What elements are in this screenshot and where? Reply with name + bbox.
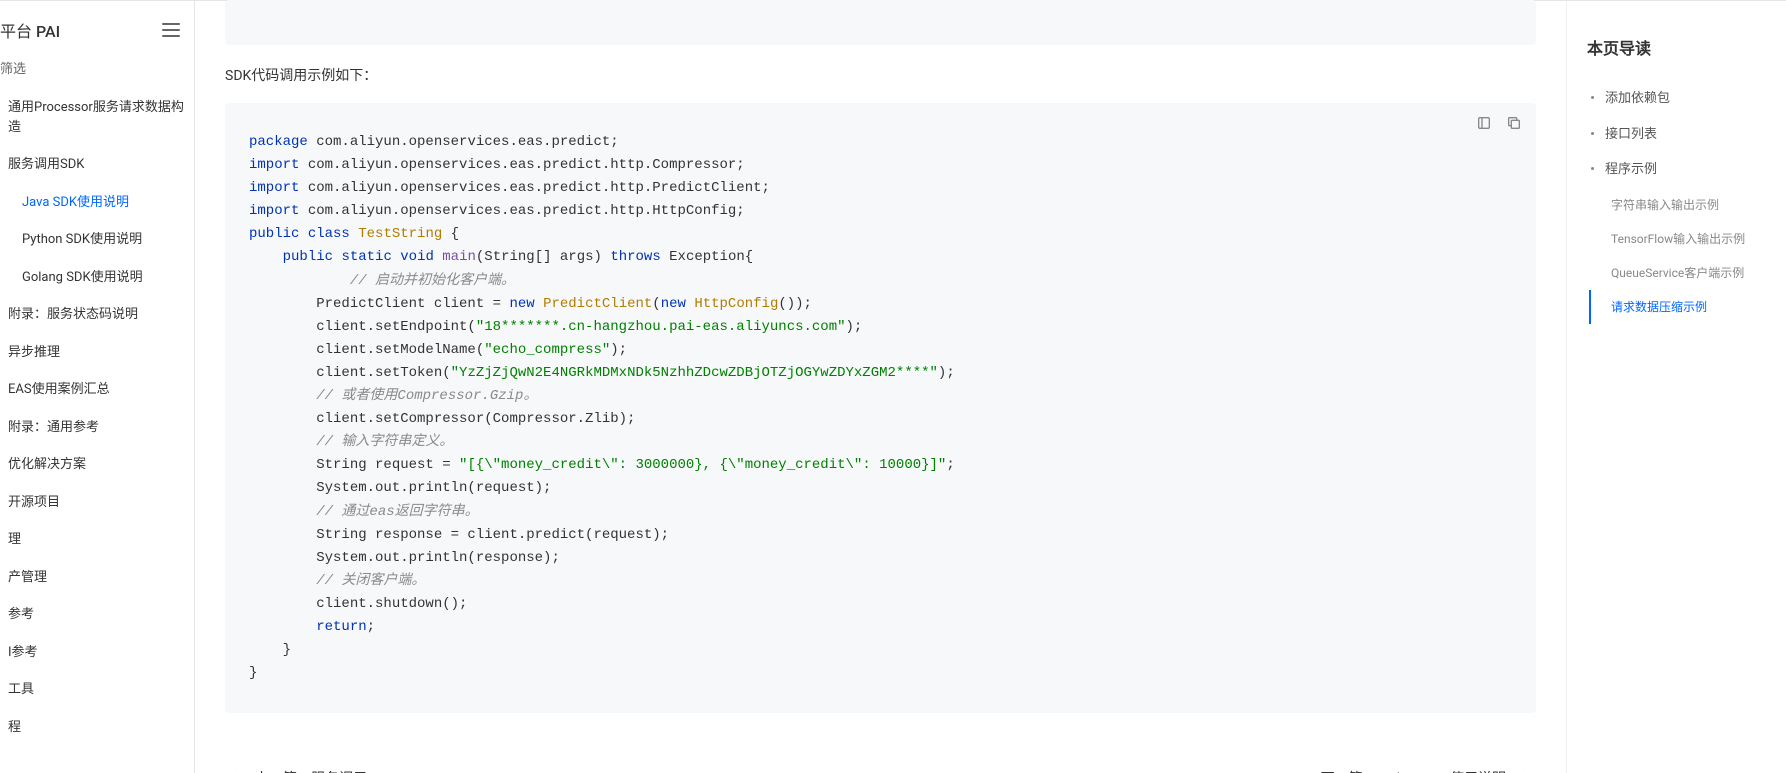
toc-item[interactable]: 请求数据压缩示例 <box>1589 290 1766 324</box>
code-token: com.aliyun.openservices.eas.predict.http… <box>299 180 769 196</box>
next-page-link[interactable]: 下一篇：Python SDK使用说明 <box>1321 768 1532 773</box>
next-page-label: 下一篇：Python SDK使用说明 <box>1321 768 1506 773</box>
code-token: com.aliyun.openservices.eas.predict.http… <box>299 203 744 219</box>
sidebar-item[interactable]: 工具 <box>0 671 194 709</box>
main-content: SDK代码调用示例如下： package com.aliyun.openserv… <box>195 0 1566 773</box>
sidebar-item[interactable]: 优化解决方案 <box>0 446 194 484</box>
sidebar-item[interactable]: 附录：通用参考 <box>0 409 194 447</box>
code-token: public <box>283 249 333 265</box>
toc-item[interactable]: QueueService客户端示例 <box>1587 256 1766 290</box>
code-token: com.aliyun.openservices.eas.predict.http… <box>299 157 744 173</box>
code-token: public <box>249 226 299 242</box>
code-token: client.shutdown(); <box>249 596 467 612</box>
code-comment: // 关闭客户端。 <box>316 573 425 589</box>
previous-code-block-tail <box>225 0 1536 45</box>
sidebar-item[interactable]: Golang SDK使用说明 <box>0 259 194 297</box>
expand-icon[interactable] <box>1474 113 1494 133</box>
toc-title: 本页导读 <box>1587 35 1766 59</box>
sidebar-right: 本页导读 添加依赖包接口列表程序示例字符串输入输出示例TensorFlow输入输… <box>1566 0 1786 773</box>
code-token: import <box>249 157 299 173</box>
sidebar-title: 平台 PAI <box>0 18 60 42</box>
code-token: new <box>661 296 686 312</box>
code-token: Exception{ <box>661 249 753 265</box>
code-token: ); <box>610 342 627 358</box>
sidebar-item[interactable]: 服务调用SDK <box>0 146 194 184</box>
toc-nav: 添加依赖包接口列表程序示例字符串输入输出示例TensorFlow输入输出示例Qu… <box>1587 81 1766 324</box>
code-token: PredictClient client = <box>249 296 509 312</box>
code-token: HttpConfig <box>694 296 778 312</box>
prev-page-label: 上一篇：服务调用SDK <box>255 768 393 773</box>
code-token: (String[] args) <box>476 249 610 265</box>
code-token: PredictClient <box>543 296 652 312</box>
code-token: throws <box>610 249 660 265</box>
code-token: ; <box>946 457 954 473</box>
pagination: 上一篇：服务调用SDK 下一篇：Python SDK使用说明 <box>225 768 1536 773</box>
code-token: ( <box>652 296 660 312</box>
code-token: import <box>249 180 299 196</box>
sidebar-item[interactable]: 参考 <box>0 596 194 634</box>
sidebar-item[interactable]: I参考 <box>0 634 194 672</box>
code-comment: // 启动并初始化客户端。 <box>350 273 515 289</box>
menu-toggle-icon[interactable] <box>162 23 180 37</box>
copy-icon[interactable] <box>1504 113 1524 133</box>
code-token: import <box>249 203 299 219</box>
toc-item[interactable]: TensorFlow输入输出示例 <box>1587 222 1766 256</box>
toc-item[interactable]: 接口列表 <box>1587 117 1766 153</box>
code-token: new <box>509 296 534 312</box>
sidebar-item[interactable]: Python SDK使用说明 <box>0 221 194 259</box>
code-token: ); <box>846 319 863 335</box>
sidebar-item[interactable]: 理 <box>0 521 194 559</box>
sidebar-item[interactable]: 开源项目 <box>0 484 194 522</box>
code-token: client.setEndpoint( <box>249 319 476 335</box>
toc-item[interactable]: 字符串输入输出示例 <box>1587 188 1766 222</box>
code-token: client.setCompressor(Compressor.Zlib); <box>249 411 635 427</box>
code-block: package com.aliyun.openservices.eas.pred… <box>225 103 1536 713</box>
sidebar-left: 平台 PAI 筛选 通用Processor服务请求数据构造服务调用SDKJava… <box>0 0 195 773</box>
code-token: ); <box>938 365 955 381</box>
code-token: static <box>341 249 391 265</box>
code-token: } <box>249 665 257 681</box>
code-content: package com.aliyun.openservices.eas.pred… <box>249 131 1512 685</box>
code-comment: // 输入字符串定义。 <box>316 434 453 450</box>
sidebar-item[interactable]: EAS使用案例汇总 <box>0 371 194 409</box>
code-token: package <box>249 134 308 150</box>
toc-item[interactable]: 程序示例 <box>1587 152 1766 188</box>
prev-page-link[interactable]: 上一篇：服务调用SDK <box>229 768 393 773</box>
code-comment: // 或者使用Compressor.Gzip。 <box>316 388 537 404</box>
code-token: System.out.println(request); <box>249 480 551 496</box>
sidebar-item[interactable]: 产管理 <box>0 559 194 597</box>
sidebar-header: 平台 PAI <box>0 10 194 52</box>
code-token: return <box>316 619 366 635</box>
sidebar-item[interactable]: 通用Processor服务请求数据构造 <box>0 89 194 146</box>
code-token: main <box>442 249 476 265</box>
code-token: "echo_compress" <box>484 342 610 358</box>
code-token: class <box>308 226 350 242</box>
code-token: String response = client.predict(request… <box>249 527 669 543</box>
code-token: { <box>442 226 459 242</box>
code-token: com.aliyun.openservices.eas.predict; <box>308 134 619 150</box>
sidebar-nav: 通用Processor服务请求数据构造服务调用SDKJava SDK使用说明Py… <box>0 89 194 746</box>
code-token: ()); <box>778 296 812 312</box>
filter-label[interactable]: 筛选 <box>0 52 194 89</box>
code-token: TestString <box>358 226 442 242</box>
sidebar-item[interactable]: Java SDK使用说明 <box>0 184 194 222</box>
code-token: client.setToken( <box>249 365 451 381</box>
sidebar-item[interactable]: 附录：服务状态码说明 <box>0 296 194 334</box>
code-actions <box>1474 113 1524 133</box>
sidebar-item[interactable]: 程 <box>0 709 194 747</box>
code-token: "YzZjZjQwN2E4NGRkMDMxNDk5NzhhZDcwZDBjOTZ… <box>451 365 938 381</box>
code-token: ; <box>367 619 375 635</box>
code-token: "18*******.cn-hangzhou.pai-eas.aliyuncs.… <box>476 319 846 335</box>
sidebar-item[interactable]: 异步推理 <box>0 334 194 372</box>
code-token: String request = <box>249 457 459 473</box>
code-comment: // 通过eas返回字符串。 <box>316 504 478 520</box>
code-token: System.out.println(response); <box>249 550 560 566</box>
code-token: client.setModelName( <box>249 342 484 358</box>
toc-item[interactable]: 添加依赖包 <box>1587 81 1766 117</box>
code-token: } <box>249 642 291 658</box>
code-token: "[{\"money_credit\": 3000000}, {\"money_… <box>459 457 946 473</box>
intro-text: SDK代码调用示例如下： <box>225 65 1536 85</box>
code-token: void <box>400 249 434 265</box>
